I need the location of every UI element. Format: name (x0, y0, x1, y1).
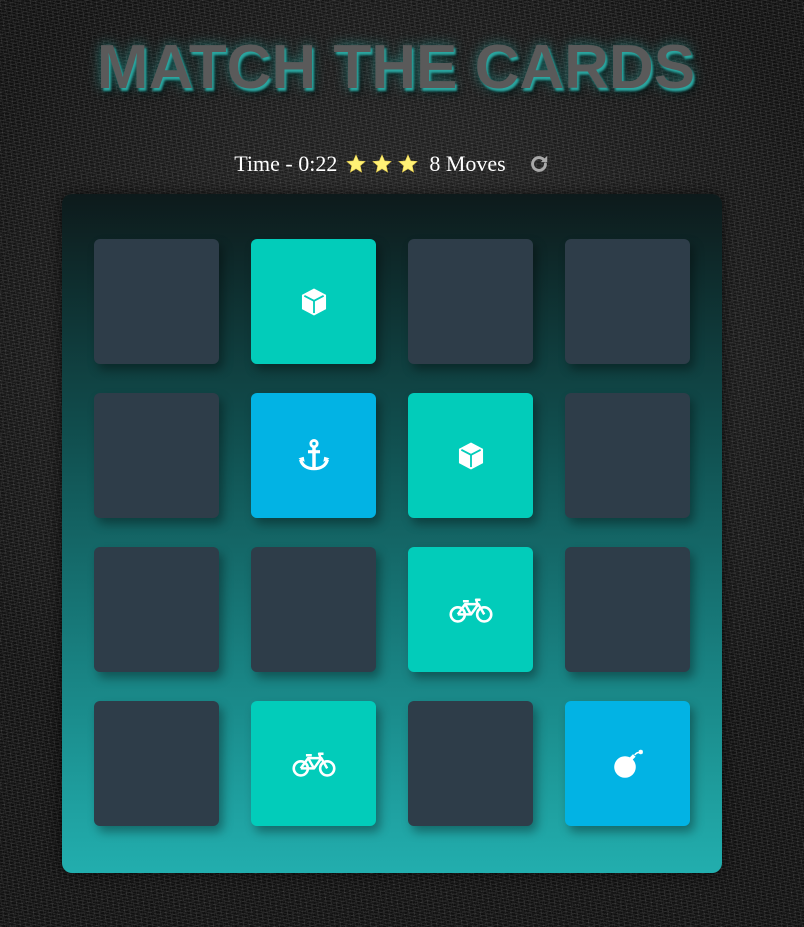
card[interactable] (251, 393, 376, 518)
bomb-icon (610, 746, 646, 782)
card[interactable] (565, 701, 690, 826)
anchor-icon (295, 437, 333, 475)
card[interactable] (94, 701, 219, 826)
score-panel: Time - 0:22 8 Moves (0, 148, 784, 180)
card[interactable] (408, 547, 533, 672)
card[interactable] (565, 547, 690, 672)
card[interactable] (408, 239, 533, 364)
star-rating (343, 153, 421, 175)
star-icon (346, 154, 367, 173)
bicycle-icon (291, 749, 336, 779)
card[interactable] (251, 701, 376, 826)
moves-counter: 8 Moves (429, 151, 506, 176)
card[interactable] (94, 393, 219, 518)
star-icon (372, 154, 393, 173)
game-title: MATCH THE CARDS (96, 33, 696, 102)
card[interactable] (94, 547, 219, 672)
bicycle-icon (448, 595, 493, 625)
star-icon (398, 154, 419, 173)
card[interactable] (408, 701, 533, 826)
card[interactable] (408, 393, 533, 518)
timer: Time - 0:22 (234, 151, 338, 176)
cube-icon (297, 285, 331, 319)
card[interactable] (251, 547, 376, 672)
card[interactable] (565, 393, 690, 518)
cube-icon (454, 439, 488, 473)
card[interactable] (94, 239, 219, 364)
card[interactable] (565, 239, 690, 364)
card[interactable] (251, 239, 376, 364)
refresh-icon[interactable] (528, 153, 550, 175)
restart-button[interactable] (528, 153, 550, 175)
